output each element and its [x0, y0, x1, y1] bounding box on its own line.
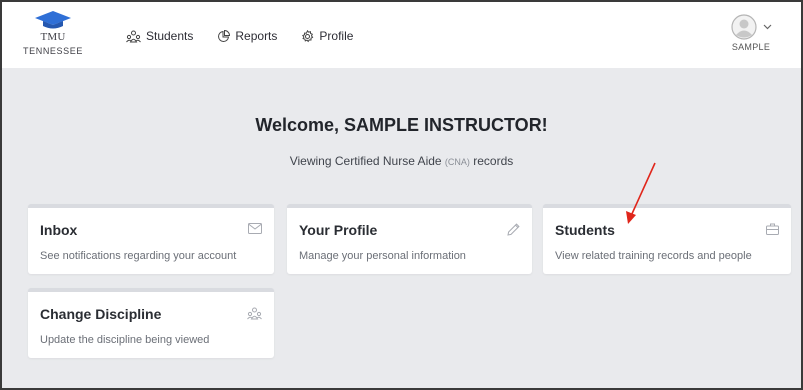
discipline-subtitle: Viewing Certified Nurse Aide (CNA) recor… — [2, 154, 801, 168]
tmu-logo[interactable]: TMU TENNESSEE — [18, 10, 88, 56]
briefcase-icon — [766, 223, 779, 235]
main-nav: Students Reports Profile — [126, 29, 353, 43]
nav-students[interactable]: Students — [126, 29, 193, 43]
nav-profile-label: Profile — [319, 29, 354, 43]
gear-icon — [302, 29, 314, 42]
card-title: Students — [555, 222, 615, 238]
app-window: TMU TENNESSEE Students Reports Profile S… — [0, 0, 803, 390]
welcome-heading: Welcome, SAMPLE INSTRUCTOR! — [255, 115, 548, 135]
card-title: Your Profile — [299, 222, 378, 238]
chevron-down-icon — [763, 24, 771, 30]
mail-icon — [248, 223, 262, 234]
card-description: View related training records and people — [555, 250, 752, 262]
subtitle-abbr: (CNA) — [444, 157, 470, 167]
user-menu[interactable]: SAMPLE — [723, 14, 779, 52]
graduation-cap-icon — [35, 11, 71, 29]
students-card[interactable]: Students View related training records a… — [543, 204, 791, 274]
nav-reports-label: Reports — [235, 29, 278, 43]
change-discipline-card[interactable]: Change Discipline Update the discipline … — [28, 288, 274, 358]
people-icon — [247, 307, 262, 320]
avatar — [730, 14, 757, 40]
nav-reports[interactable]: Reports — [217, 29, 277, 43]
logo-state: TENNESSEE — [23, 46, 83, 56]
card-description: Manage your personal information — [299, 250, 466, 262]
top-header: TMU TENNESSEE Students Reports Profile S… — [2, 2, 801, 68]
nav-profile[interactable]: Profile — [301, 29, 353, 43]
logo-abbr: TMU — [40, 31, 66, 43]
card-title: Change Discipline — [40, 306, 162, 322]
pencil-icon — [507, 223, 520, 236]
subtitle-prefix: Viewing Certified Nurse Aide — [289, 154, 442, 168]
subtitle-suffix: records — [473, 154, 514, 168]
pie-chart-icon — [218, 29, 231, 42]
profile-card[interactable]: Your Profile Manage your personal inform… — [287, 204, 532, 274]
card-description: Update the discipline being viewed — [40, 334, 210, 346]
user-name: SAMPLE — [731, 42, 771, 52]
card-title: Inbox — [40, 222, 78, 238]
nav-students-label: Students — [146, 29, 194, 43]
inbox-card[interactable]: Inbox See notifications regarding your a… — [28, 204, 274, 274]
card-description: See notifications regarding your account — [40, 250, 237, 262]
people-icon — [126, 30, 141, 42]
